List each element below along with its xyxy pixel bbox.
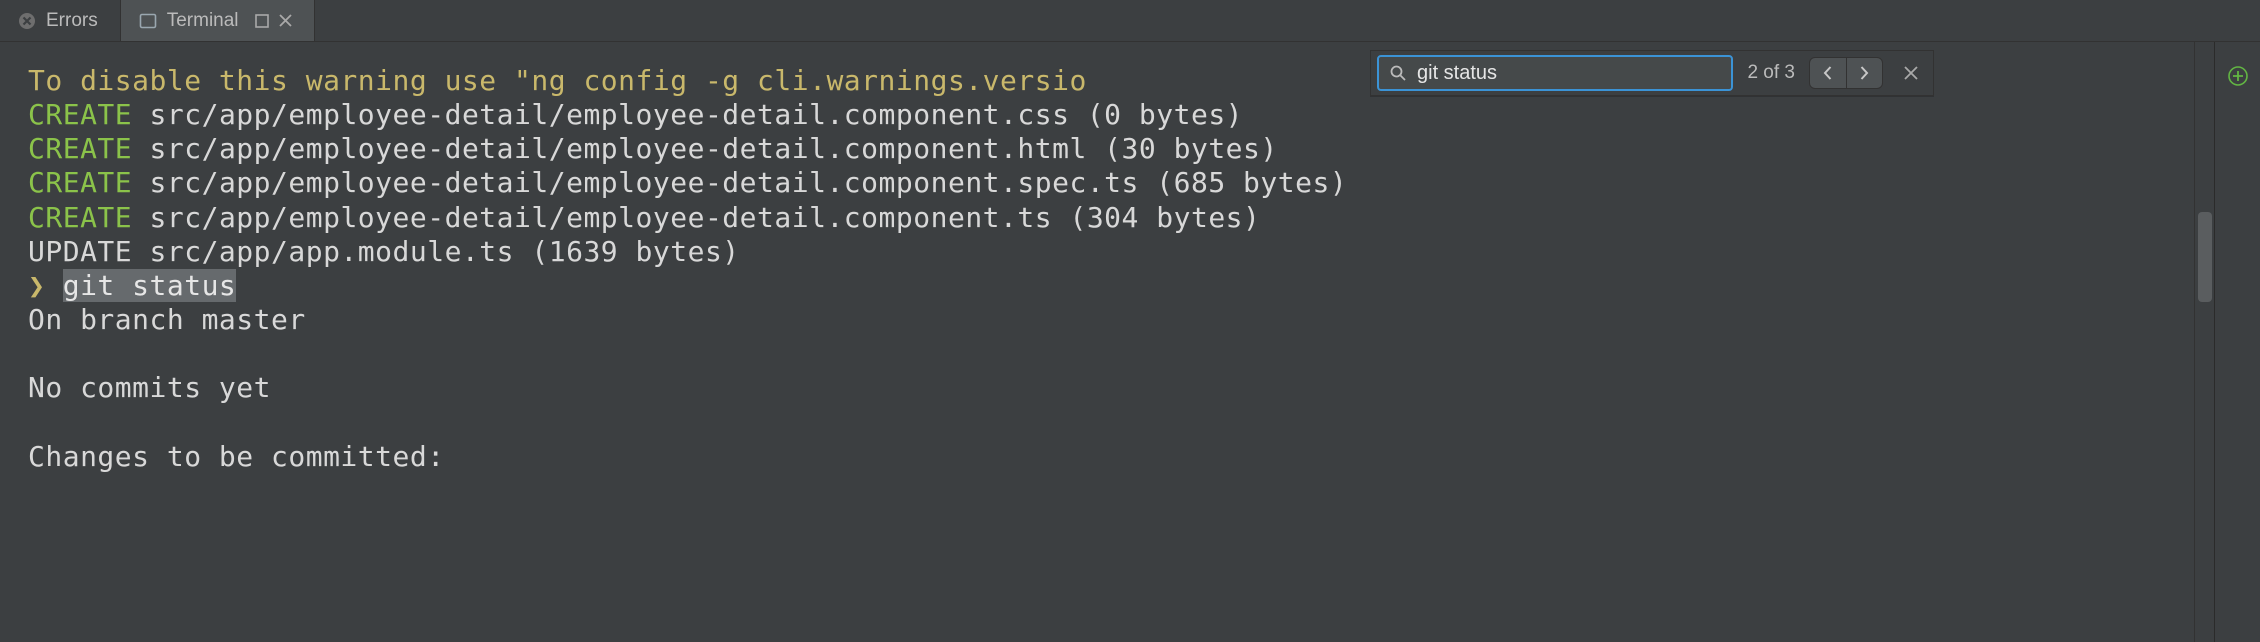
errors-icon xyxy=(18,12,36,30)
terminal-icon xyxy=(139,12,157,30)
search-icon xyxy=(1389,64,1407,82)
find-input-container xyxy=(1377,55,1733,91)
terminal-output: To disable this warning use "ng config -… xyxy=(28,64,2194,474)
tab-terminal-label: Terminal xyxy=(167,10,239,32)
tab-terminal[interactable]: Terminal xyxy=(121,0,315,41)
panel-tabbar: Errors Terminal xyxy=(0,0,2260,42)
find-result-count: 2 of 3 xyxy=(1747,62,1795,84)
close-tab-icon[interactable] xyxy=(279,14,292,27)
find-next-button[interactable] xyxy=(1846,58,1883,88)
maximize-icon[interactable] xyxy=(255,14,269,28)
terminal-scrollbar[interactable] xyxy=(2194,42,2214,642)
find-bar: 2 of 3 xyxy=(1370,50,1934,96)
terminal-pane[interactable]: To disable this warning use "ng config -… xyxy=(0,42,2194,642)
find-prev-button[interactable] xyxy=(1810,58,1846,88)
find-nav-buttons xyxy=(1809,57,1883,89)
right-gutter xyxy=(2214,42,2260,642)
tab-errors[interactable]: Errors xyxy=(0,0,121,41)
find-input[interactable] xyxy=(1417,62,1721,85)
find-close-button[interactable] xyxy=(1897,59,1925,87)
tab-errors-label: Errors xyxy=(46,10,98,32)
add-button[interactable] xyxy=(2226,64,2250,88)
scrollbar-thumb[interactable] xyxy=(2198,212,2212,302)
